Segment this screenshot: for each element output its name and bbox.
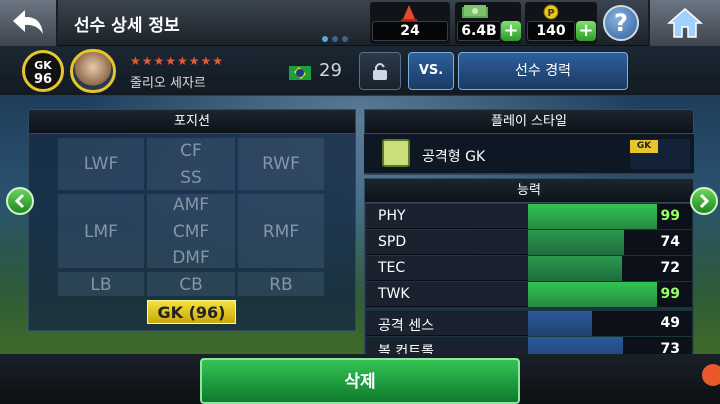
pos-cf: CF	[180, 141, 202, 161]
page-title: 선수 상세 정보	[74, 16, 180, 36]
selected-position-gk[interactable]: GK (96)	[147, 300, 236, 324]
play-style-tag-box: GK	[630, 139, 690, 169]
pos-lmf: LMF	[84, 222, 118, 242]
points-amount: 140	[527, 21, 575, 41]
ability-value: 99	[660, 286, 680, 302]
ability-label: 공격 센스	[378, 318, 434, 334]
ability-row: TEC 72	[366, 256, 692, 281]
top-bar: 선수 상세 정보 24 6.4B + P 140 + ?	[0, 0, 720, 46]
ability-bar-fill	[528, 204, 657, 229]
position-badge: GK 96	[22, 50, 64, 92]
help-button[interactable]: ?	[603, 5, 639, 41]
lock-button[interactable]	[359, 52, 401, 90]
play-style-row[interactable]: 공격형 GK GK	[364, 134, 694, 174]
rating-stars: ★★★★★★★★	[130, 54, 225, 68]
money-amount: 6.4B	[457, 21, 501, 41]
chevron-left-icon	[14, 193, 25, 209]
chevron-right-icon	[699, 193, 710, 209]
ability-value: 74	[660, 234, 680, 250]
settings-fab-button[interactable]	[702, 364, 720, 386]
add-money-button[interactable]: +	[501, 21, 521, 41]
ability-bar-fill	[528, 311, 592, 336]
ability-label: PHY	[378, 208, 406, 224]
ability-bar-fill	[528, 230, 624, 255]
player-name: 줄리오 세자르	[130, 76, 206, 91]
pos-cb: CB	[179, 275, 203, 295]
pos-cmf: CMF	[172, 222, 210, 242]
coin-icon: P	[543, 4, 559, 20]
player-bar: GK 96 ★★★★★★★★ 줄리오 세자르 29 VS. 선수 경력	[0, 46, 720, 96]
pos-ss: SS	[180, 168, 202, 188]
player-age: 29	[319, 60, 342, 81]
nationality-flag	[289, 66, 311, 80]
cone-resource: 24	[370, 2, 450, 44]
ability-row: 공격 센스 49	[366, 311, 692, 336]
pos-rb: RB	[269, 275, 293, 295]
money-icon	[462, 5, 488, 18]
ability-row: PHY 99	[366, 204, 692, 229]
page-indicator	[322, 36, 348, 42]
vs-button[interactable]: VS.	[408, 52, 454, 90]
pos-lwf: LWF	[83, 154, 119, 174]
ability-row: SPD 74	[366, 230, 692, 255]
ability-row: TWK 99	[366, 282, 692, 307]
career-button[interactable]: 선수 경력	[458, 52, 628, 90]
play-style-tag: GK	[630, 140, 658, 153]
ability-label: TWK	[378, 286, 410, 302]
delete-button[interactable]: 삭제	[200, 358, 520, 404]
lock-icon	[373, 63, 387, 80]
prev-player-button[interactable]	[6, 187, 34, 215]
back-arrow-icon	[13, 10, 43, 34]
ability-bar-fill	[528, 282, 657, 307]
next-player-button[interactable]	[690, 187, 718, 215]
pos-rmf: RMF	[262, 222, 300, 242]
back-button[interactable]	[0, 0, 58, 46]
position-label: GK	[34, 59, 52, 72]
ability-label: SPD	[378, 234, 407, 250]
position-panel-header: 포지션	[29, 110, 355, 134]
play-style-header: 플레이 스타일	[365, 110, 693, 134]
question-icon: ?	[614, 9, 628, 37]
home-icon	[667, 8, 703, 38]
ability-label: TEC	[378, 260, 406, 276]
add-points-button[interactable]: +	[576, 21, 596, 41]
avatar	[70, 49, 116, 93]
ability-value: 49	[660, 315, 680, 331]
ability-value: 99	[660, 208, 680, 224]
svg-text:P: P	[547, 8, 554, 19]
pos-dmf: DMF	[172, 248, 210, 268]
home-button[interactable]	[648, 0, 720, 46]
overall-rating: 96	[33, 72, 53, 87]
ability-value: 72	[660, 260, 680, 276]
ability-header: 능력	[365, 179, 693, 203]
play-style-name: 공격형 GK	[422, 149, 486, 165]
ability-bar-fill	[528, 256, 622, 281]
pos-lb: LB	[90, 275, 112, 295]
cone-icon	[401, 5, 417, 22]
cone-count: 24	[372, 21, 448, 41]
pos-amf: AMF	[172, 195, 210, 215]
play-style-icon	[382, 139, 410, 167]
pos-rwf: RWF	[262, 154, 300, 174]
